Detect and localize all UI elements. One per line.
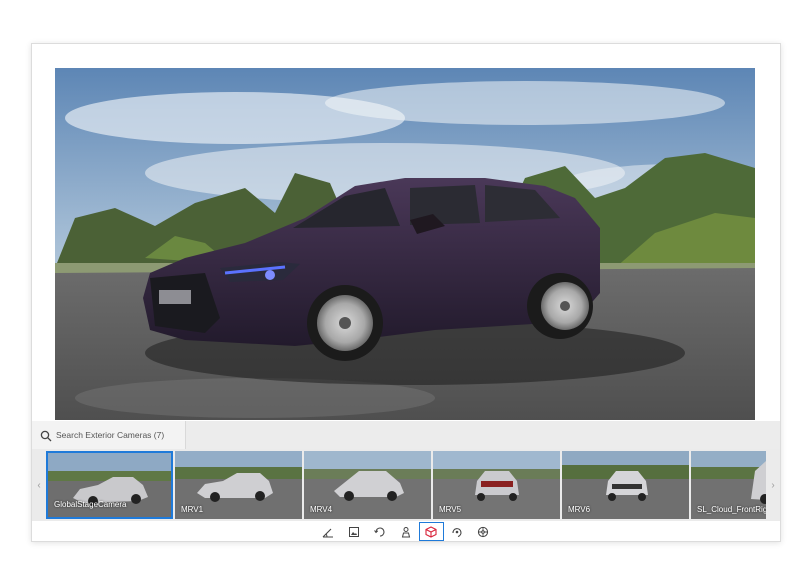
tool-rotate[interactable] [367, 522, 392, 541]
thumbnail-image [48, 453, 171, 517]
camera-thumb-label: SL_Cloud_FrontRight [697, 505, 766, 514]
person-icon [401, 526, 410, 537]
search-box[interactable] [32, 421, 186, 449]
tool-wheel[interactable] [470, 522, 495, 541]
wheel-icon [477, 526, 488, 537]
tool-image-frame[interactable] [342, 522, 367, 541]
camera-thumb-sl-cloud-frontright[interactable]: SL_Cloud_FrontRight [691, 451, 766, 519]
camera-thumb-mrv5[interactable]: MRV5 [433, 451, 560, 519]
thumbnail-list: GlobalStageCamera MRV1 MRV4 MRV5 MRV6 SL… [46, 451, 766, 519]
camera-thumb-label: MRV6 [568, 505, 591, 514]
cube-icon [425, 525, 437, 538]
camera-thumb-mrv6[interactable]: MRV6 [562, 451, 689, 519]
camera-thumbnail-strip: ‹ GlobalStageCamera MRV1 MRV4 MRV5 MRV6 … [32, 449, 780, 521]
camera-thumb-label: MRV1 [181, 505, 204, 514]
tool-orbit[interactable] [445, 522, 470, 541]
tool-cube[interactable] [418, 522, 444, 541]
camera-thumb-globalstagecamera[interactable]: GlobalStageCamera [46, 451, 173, 519]
orbit-icon [452, 527, 462, 537]
camera-thumb-label: GlobalStageCamera [54, 500, 127, 509]
camera-search-bar [32, 421, 780, 449]
camera-thumb-mrv4[interactable]: MRV4 [304, 451, 431, 519]
search-input[interactable] [56, 430, 180, 440]
rotate-icon [373, 526, 385, 537]
car-render [55, 68, 755, 420]
tool-person[interactable] [393, 522, 418, 541]
chevron-left-icon[interactable]: ‹ [32, 449, 46, 521]
search-icon [40, 429, 52, 442]
configurator-panel: ‹ GlobalStageCamera [31, 43, 781, 542]
view-toolbar [316, 522, 496, 541]
camera-thumb-label: MRV5 [439, 505, 462, 514]
tool-camera-angle[interactable] [316, 522, 341, 541]
image-frame-icon [349, 526, 360, 537]
camera-angle-icon [322, 528, 334, 538]
camera-thumb-label: MRV4 [310, 505, 333, 514]
camera-thumb-mrv1[interactable]: MRV1 [175, 451, 302, 519]
chevron-right-icon[interactable]: › [766, 449, 780, 521]
render-viewport[interactable] [55, 68, 755, 420]
